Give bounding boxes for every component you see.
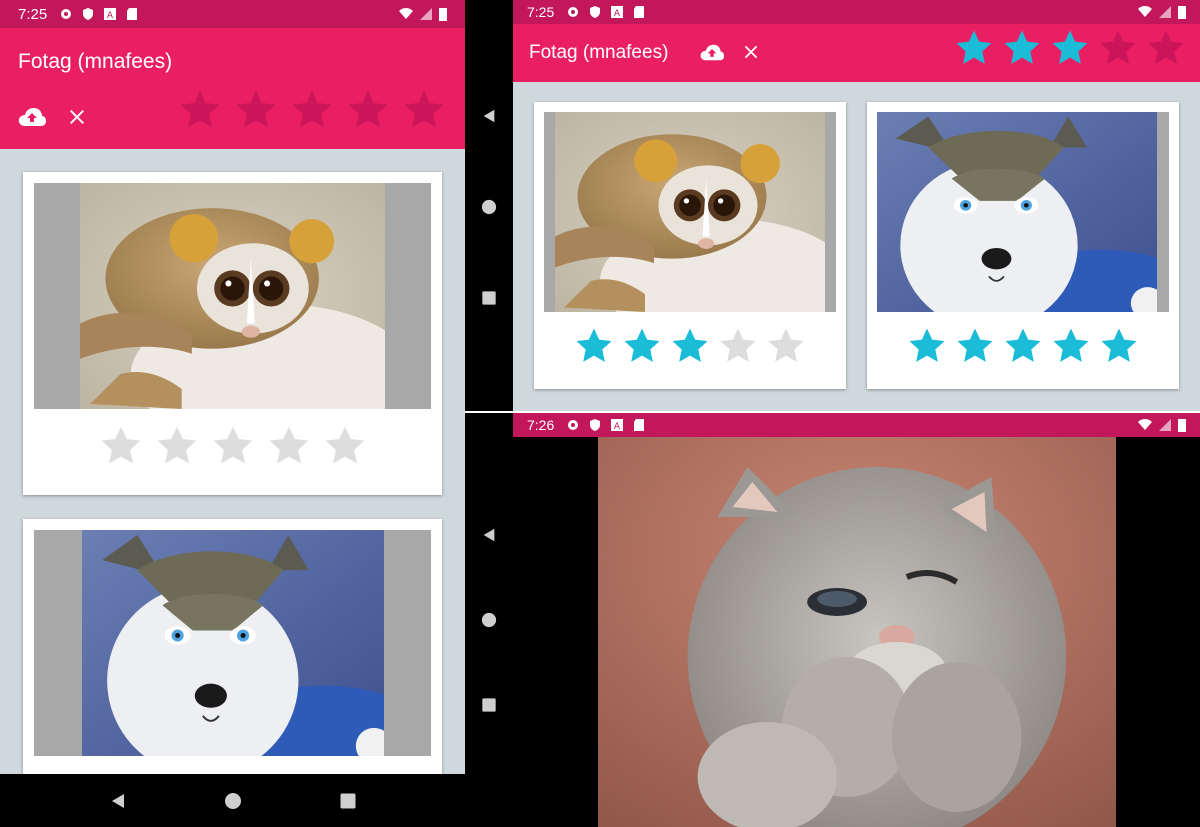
- settings-icon: [566, 418, 580, 432]
- star-icon[interactable]: [622, 326, 662, 366]
- svg-text:A: A: [614, 9, 621, 19]
- shield-icon: [81, 7, 95, 21]
- star-icon[interactable]: [1099, 326, 1139, 366]
- star-icon[interactable]: [955, 326, 995, 366]
- star-icon[interactable]: [766, 326, 806, 366]
- home-circle-icon[interactable]: [224, 792, 242, 810]
- star-icon[interactable]: [574, 326, 614, 366]
- wifi-icon: [1138, 5, 1152, 19]
- landscape-screen: 7:25 A Fotag (mnafees): [513, 0, 1200, 411]
- star-icon[interactable]: [670, 326, 710, 366]
- sd-card-icon: [125, 7, 139, 21]
- back-triangle-icon[interactable]: [109, 792, 127, 810]
- star-icon[interactable]: [178, 88, 222, 132]
- portrait-screen: 7:25 A Fotag (mnafees): [0, 0, 465, 827]
- status-time: 7:26: [527, 417, 555, 433]
- star-icon[interactable]: [155, 424, 199, 468]
- close-icon[interactable]: [741, 42, 761, 62]
- back-triangle-icon[interactable]: [481, 108, 497, 124]
- settings-icon: [566, 5, 580, 19]
- close-icon[interactable]: [66, 106, 88, 128]
- slow-loris-image: [555, 112, 825, 312]
- photo-card: [23, 172, 442, 495]
- card-rating: [867, 326, 1179, 368]
- husky-puppy-image: [82, 530, 384, 756]
- status-time: 7:25: [18, 5, 48, 23]
- star-icon[interactable]: [234, 88, 278, 132]
- recents-square-icon[interactable]: [339, 792, 357, 810]
- star-icon[interactable]: [290, 88, 334, 132]
- star-icon[interactable]: [1098, 28, 1138, 68]
- rating-filter: [945, 28, 1195, 68]
- keyboard-a-icon: A: [610, 418, 624, 432]
- rating-filter: [178, 88, 446, 132]
- svg-text:A: A: [107, 11, 114, 21]
- star-icon[interactable]: [402, 88, 446, 132]
- shield-icon: [588, 418, 602, 432]
- keyboard-a-icon: A: [103, 7, 117, 21]
- photo-card: [534, 102, 846, 389]
- signal-icon: [1158, 5, 1172, 19]
- wifi-icon: [1138, 418, 1152, 432]
- kitten-image: [598, 437, 1116, 827]
- fullscreen-image[interactable]: [598, 437, 1116, 827]
- sd-card-icon: [632, 418, 646, 432]
- star-icon[interactable]: [1146, 28, 1186, 68]
- recents-square-icon[interactable]: [481, 290, 497, 306]
- star-icon[interactable]: [907, 326, 947, 366]
- star-icon[interactable]: [1003, 326, 1043, 366]
- home-circle-icon[interactable]: [481, 199, 497, 215]
- navigation-bar: [0, 774, 465, 827]
- photo-thumbnail[interactable]: [34, 530, 431, 756]
- app-title: Fotag (mnafees): [18, 50, 173, 73]
- slow-loris-image: [80, 183, 385, 409]
- back-triangle-icon[interactable]: [481, 527, 497, 543]
- photo-grid: [513, 82, 1200, 411]
- app-title: Fotag (mnafees): [529, 42, 669, 63]
- photo-thumbnail[interactable]: [544, 112, 836, 312]
- card-rating: [23, 424, 442, 468]
- photo-card: [867, 102, 1179, 389]
- sd-card-icon: [632, 5, 646, 19]
- star-icon[interactable]: [267, 424, 311, 468]
- battery-icon: [1178, 5, 1186, 19]
- star-icon[interactable]: [99, 424, 143, 468]
- star-icon[interactable]: [1051, 326, 1091, 366]
- star-icon[interactable]: [718, 326, 758, 366]
- fullscreen-navigation-bar: [465, 413, 513, 827]
- status-bar: 7:26 A: [513, 413, 1200, 437]
- card-rating: [534, 326, 846, 368]
- star-icon[interactable]: [954, 28, 994, 68]
- battery-icon: [1178, 418, 1186, 432]
- home-circle-icon[interactable]: [481, 612, 497, 628]
- status-bar: 7:25 A: [513, 0, 1200, 24]
- recents-square-icon[interactable]: [481, 697, 497, 713]
- star-icon[interactable]: [1050, 28, 1090, 68]
- fullscreen-viewer: 7:26 A: [513, 413, 1200, 827]
- photo-thumbnail[interactable]: [34, 183, 431, 409]
- star-icon[interactable]: [346, 88, 390, 132]
- photo-thumbnail[interactable]: [877, 112, 1169, 312]
- star-icon[interactable]: [1002, 28, 1042, 68]
- app-bar: Fotag (mnafees): [0, 28, 465, 149]
- status-bar: 7:25 A: [0, 0, 465, 28]
- app-bar: Fotag (mnafees): [513, 24, 1200, 82]
- settings-icon: [59, 7, 73, 21]
- cloud-upload-icon[interactable]: [699, 41, 725, 63]
- status-time: 7:25: [527, 4, 555, 20]
- husky-puppy-image: [877, 112, 1157, 312]
- signal-icon: [1158, 418, 1172, 432]
- star-icon[interactable]: [323, 424, 367, 468]
- signal-icon: [419, 7, 433, 21]
- keyboard-a-icon: A: [610, 5, 624, 19]
- landscape-navigation-bar: [465, 0, 513, 413]
- svg-text:A: A: [614, 422, 621, 432]
- battery-icon: [439, 7, 447, 21]
- wifi-icon: [399, 7, 413, 21]
- photo-grid: [0, 149, 465, 827]
- shield-icon: [588, 5, 602, 19]
- cloud-upload-icon[interactable]: [17, 104, 47, 130]
- star-icon[interactable]: [211, 424, 255, 468]
